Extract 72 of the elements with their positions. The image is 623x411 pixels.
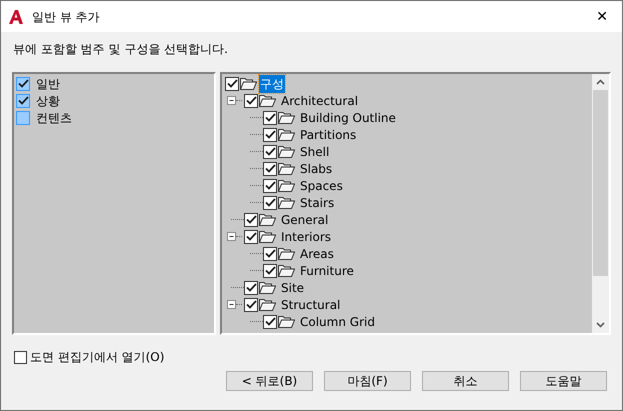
minus-icon — [228, 301, 235, 308]
category-label[interactable]: 컨텐츠 — [36, 108, 72, 126]
folder-icon — [259, 94, 276, 107]
folder-icon — [259, 230, 276, 243]
folder-icon — [278, 145, 295, 158]
checkbox[interactable] — [263, 128, 277, 142]
window-title: 일반 뷰 추가 — [32, 8, 100, 26]
tree-item-label[interactable]: Partitions — [300, 126, 356, 144]
tree-item-label[interactable]: Spaces — [300, 176, 343, 194]
checkbox[interactable] — [244, 212, 258, 226]
tree-item-label[interactable]: 구성 — [259, 74, 285, 92]
folder-icon — [240, 77, 257, 90]
folder-icon — [278, 179, 295, 192]
folder-icon — [259, 213, 276, 226]
checkbox[interactable] — [225, 76, 239, 90]
checkbox[interactable] — [263, 314, 277, 328]
checkbox[interactable] — [263, 264, 277, 278]
scrollbar-thumb[interactable] — [593, 90, 608, 276]
checkbox[interactable] — [16, 110, 30, 124]
tree-item-label[interactable]: Stairs — [300, 194, 334, 212]
instruction-text: 뷰에 포함할 범주 및 구성을 선택합니다. — [13, 41, 229, 58]
tree-item-label[interactable]: General — [281, 210, 328, 228]
folder-icon — [259, 281, 276, 294]
folder-icon — [278, 196, 295, 209]
folder-icon — [278, 111, 295, 124]
tree-item-label[interactable]: Slabs — [300, 160, 332, 178]
folder-icon — [278, 162, 295, 175]
tree-item-label[interactable]: Structural — [281, 296, 340, 314]
scroll-down-icon[interactable] — [596, 322, 605, 328]
checkbox[interactable] — [244, 280, 258, 294]
checkbox[interactable] — [263, 196, 277, 210]
checkbox[interactable] — [263, 178, 277, 192]
tree-item-label[interactable]: Shell — [300, 142, 330, 160]
checkbox[interactable] — [244, 94, 258, 108]
category-label[interactable]: 일반 — [36, 74, 60, 92]
collapse-toggle[interactable] — [227, 232, 236, 241]
checkbox-label[interactable]: 도면 편집기에서 열기(O) — [30, 348, 164, 366]
tree-item-label[interactable]: Furniture — [300, 262, 354, 280]
tree-item-label[interactable]: Areas — [300, 244, 334, 262]
checkbox[interactable] — [14, 350, 27, 364]
minus-icon — [228, 233, 235, 240]
tree-item-label[interactable]: Interiors — [281, 228, 332, 246]
dialog-button[interactable]: < 뒤로(B) — [226, 371, 313, 391]
tree-item-label[interactable]: Site — [281, 278, 304, 296]
checkbox[interactable] — [16, 94, 30, 108]
checkbox[interactable] — [244, 230, 258, 244]
close-button[interactable]: ✕ — [592, 10, 612, 24]
tree-item-label[interactable]: Building Outline — [300, 108, 396, 126]
collapse-toggle[interactable] — [227, 96, 236, 105]
collapse-toggle[interactable] — [227, 300, 236, 309]
folder-icon — [278, 128, 295, 141]
dialog-button[interactable]: 도움말 — [520, 371, 607, 391]
app-logo-icon — [8, 8, 24, 24]
tree-root-row[interactable]: 구성 — [225, 75, 592, 92]
tree-item-label[interactable]: Architectural — [281, 92, 358, 110]
tree-item-label[interactable]: Column Grid — [300, 312, 375, 330]
scroll-up-icon[interactable] — [596, 79, 605, 85]
checkbox[interactable] — [244, 298, 258, 312]
checkbox[interactable] — [263, 110, 277, 124]
dialog-button[interactable]: 마침(F) — [324, 371, 411, 391]
dialog-button[interactable]: 취소 — [422, 371, 509, 391]
minus-icon — [228, 97, 235, 104]
scrollbar[interactable] — [592, 74, 609, 333]
checkbox[interactable] — [16, 76, 30, 90]
checkbox[interactable] — [263, 162, 277, 176]
folder-icon — [278, 264, 295, 277]
folder-icon — [259, 298, 276, 311]
category-label[interactable]: 상황 — [36, 92, 60, 110]
checkbox[interactable] — [263, 144, 277, 158]
checkbox[interactable] — [263, 246, 277, 260]
folder-icon — [278, 315, 295, 328]
folder-icon — [278, 247, 295, 260]
